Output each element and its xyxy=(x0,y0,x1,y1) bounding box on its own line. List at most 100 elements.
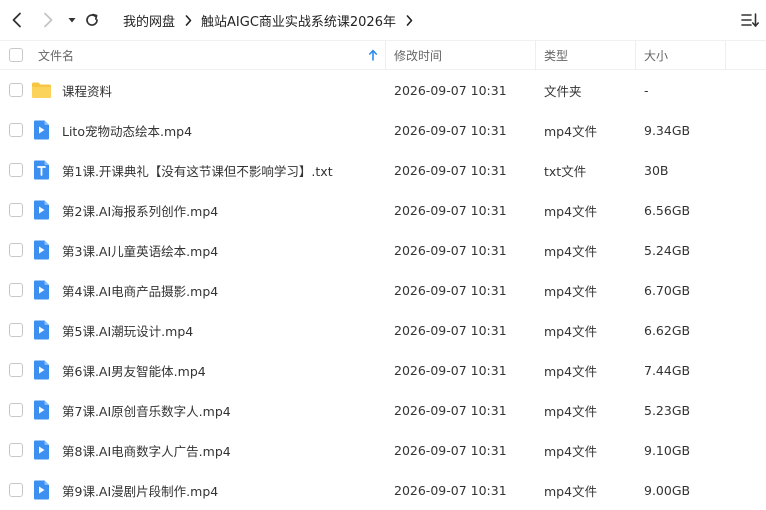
video-file-icon xyxy=(31,280,52,300)
column-divider[interactable] xyxy=(385,41,386,69)
file-size: 6.56GB xyxy=(644,202,691,218)
row-checkbox[interactable] xyxy=(9,323,23,337)
file-name: 第6课.AI男友智能体.mp4 xyxy=(62,363,206,379)
video-file-icon xyxy=(31,120,52,140)
column-divider[interactable] xyxy=(535,41,536,69)
row-checkbox[interactable] xyxy=(9,243,23,257)
video-file-icon xyxy=(31,360,52,380)
file-size: 5.23GB xyxy=(644,402,691,418)
file-row[interactable]: 第6课.AI男友智能体.mp4 2026-09-07 10:31 mp4文件 7.44… xyxy=(0,350,766,390)
file-row[interactable]: 第5课.AI潮玩设计.mp4 2026-09-07 10:31 mp4文件 6.62G… xyxy=(0,310,766,350)
breadcrumb-separator-icon xyxy=(185,14,192,26)
column-divider[interactable] xyxy=(725,41,726,69)
chevron-left-icon xyxy=(12,12,21,28)
file-row[interactable]: 第4课.AI电商产品摄影.mp4 2026-09-07 10:31 mp4文件 6.7… xyxy=(0,270,766,310)
file-size: 30B xyxy=(644,162,669,178)
folder-icon xyxy=(31,80,52,100)
video-file-icon xyxy=(31,200,52,220)
file-list-header: 文件名 修改时间 类型 大小 xyxy=(0,40,766,70)
row-checkbox[interactable] xyxy=(9,403,23,417)
row-checkbox[interactable] xyxy=(9,363,23,377)
column-header-size[interactable]: 大小 xyxy=(644,41,668,69)
caret-down-icon xyxy=(68,18,76,23)
file-name: 第5课.AI潮玩设计.mp4 xyxy=(62,323,194,339)
sort-ascending-icon[interactable] xyxy=(368,41,378,69)
column-header-modified[interactable]: 修改时间 xyxy=(394,41,442,69)
file-row[interactable]: 第1课.开课典礼【没有这节课但不影响学习】.txt 2026-09-07 10:3… xyxy=(0,150,766,190)
column-divider[interactable] xyxy=(635,41,636,69)
file-modified-time: 2026-09-07 10:31 xyxy=(394,442,507,458)
file-size: - xyxy=(644,82,649,98)
video-file-icon xyxy=(31,400,52,420)
file-name: 课程资料 xyxy=(62,83,113,99)
refresh-icon xyxy=(86,13,98,26)
file-modified-time: 2026-09-07 10:31 xyxy=(394,482,507,498)
file-modified-time: 2026-09-07 10:31 xyxy=(394,322,507,338)
breadcrumb-root[interactable]: 我的网盘 xyxy=(123,11,175,30)
back-button[interactable] xyxy=(7,10,27,30)
file-type: mp4文件 xyxy=(544,283,598,299)
video-file-icon xyxy=(31,440,52,460)
forward-button[interactable] xyxy=(38,10,58,30)
text-file-icon xyxy=(31,160,52,180)
chevron-right-icon xyxy=(44,12,53,28)
file-size: 9.00GB xyxy=(644,482,691,498)
file-name: 第2课.AI海报系列创作.mp4 xyxy=(62,203,219,219)
file-name: 第1课.开课典礼【没有这节课但不影响学习】.txt xyxy=(62,163,333,179)
file-row[interactable]: 第8课.AI电商数字人广告.mp4 2026-09-07 10:31 mp4文件 9.… xyxy=(0,430,766,470)
select-all-checkbox[interactable] xyxy=(9,48,23,62)
video-file-icon xyxy=(31,240,52,260)
column-header-type[interactable]: 类型 xyxy=(544,41,568,69)
file-modified-time: 2026-09-07 10:31 xyxy=(394,362,507,378)
file-type: mp4文件 xyxy=(544,243,598,259)
file-name: 第3课.AI儿童英语绘本.mp4 xyxy=(62,243,219,259)
row-checkbox[interactable] xyxy=(9,203,23,217)
file-modified-time: 2026-09-07 10:31 xyxy=(394,122,507,138)
file-size: 6.70GB xyxy=(644,282,691,298)
file-type: mp4文件 xyxy=(544,483,598,499)
file-row[interactable]: 第9课.AI漫剧片段制作.mp4 2026-09-07 10:31 mp4文件 9.0… xyxy=(0,470,766,510)
row-checkbox[interactable] xyxy=(9,83,23,97)
file-modified-time: 2026-09-07 10:31 xyxy=(394,242,507,258)
file-type: mp4文件 xyxy=(544,323,598,339)
file-row[interactable]: 第2课.AI海报系列创作.mp4 2026-09-07 10:31 mp4文件 6.5… xyxy=(0,190,766,230)
file-row[interactable]: 课程资料 2026-09-07 10:31 文件夹 - xyxy=(0,70,766,110)
file-name: 第8课.AI电商数字人广告.mp4 xyxy=(62,443,231,459)
file-size: 5.24GB xyxy=(644,242,691,258)
breadcrumb: 我的网盘 触站AIGC商业实战系统课2026年 xyxy=(123,0,422,40)
row-checkbox[interactable] xyxy=(9,283,23,297)
video-file-icon xyxy=(31,320,52,340)
file-name: 第4课.AI电商产品摄影.mp4 xyxy=(62,283,219,299)
file-row[interactable]: 第7课.AI原创音乐数字人.mp4 2026-09-07 10:31 mp4文件 5.… xyxy=(0,390,766,430)
file-size: 6.62GB xyxy=(644,322,691,338)
file-row[interactable]: 第3课.AI儿童英语绘本.mp4 2026-09-07 10:31 mp4文件 5.2… xyxy=(0,230,766,270)
file-type: mp4文件 xyxy=(544,403,598,419)
file-size: 9.34GB xyxy=(644,122,691,138)
row-checkbox[interactable] xyxy=(9,483,23,497)
file-modified-time: 2026-09-07 10:31 xyxy=(394,202,507,218)
sort-options-button[interactable] xyxy=(740,10,760,30)
video-file-icon xyxy=(31,480,52,500)
file-name: Lito宠物动态绘本.mp4 xyxy=(62,123,193,139)
top-bar: 我的网盘 触站AIGC商业实战系统课2026年 xyxy=(0,0,766,40)
file-type: mp4文件 xyxy=(544,443,598,459)
file-type: txt文件 xyxy=(544,163,587,179)
file-modified-time: 2026-09-07 10:31 xyxy=(394,402,507,418)
row-checkbox[interactable] xyxy=(9,123,23,137)
refresh-button[interactable] xyxy=(82,10,102,30)
file-type: mp4文件 xyxy=(544,363,598,379)
file-modified-time: 2026-09-07 10:31 xyxy=(394,282,507,298)
file-type: mp4文件 xyxy=(544,203,598,219)
history-dropdown-button[interactable] xyxy=(62,10,82,30)
file-row[interactable]: Lito宠物动态绘本.mp4 2026-09-07 10:31 mp4文件 9.34G… xyxy=(0,110,766,150)
file-modified-time: 2026-09-07 10:31 xyxy=(394,82,507,98)
row-checkbox[interactable] xyxy=(9,163,23,177)
file-name: 第9课.AI漫剧片段制作.mp4 xyxy=(62,483,219,499)
file-size: 7.44GB xyxy=(644,362,691,378)
file-name: 第7课.AI原创音乐数字人.mp4 xyxy=(62,403,231,419)
breadcrumb-separator-icon xyxy=(406,14,413,26)
row-checkbox[interactable] xyxy=(9,443,23,457)
breadcrumb-current-folder[interactable]: 触站AIGC商业实战系统课2026年 xyxy=(201,11,396,30)
file-modified-time: 2026-09-07 10:31 xyxy=(394,162,507,178)
column-header-name[interactable]: 文件名 xyxy=(38,41,74,69)
